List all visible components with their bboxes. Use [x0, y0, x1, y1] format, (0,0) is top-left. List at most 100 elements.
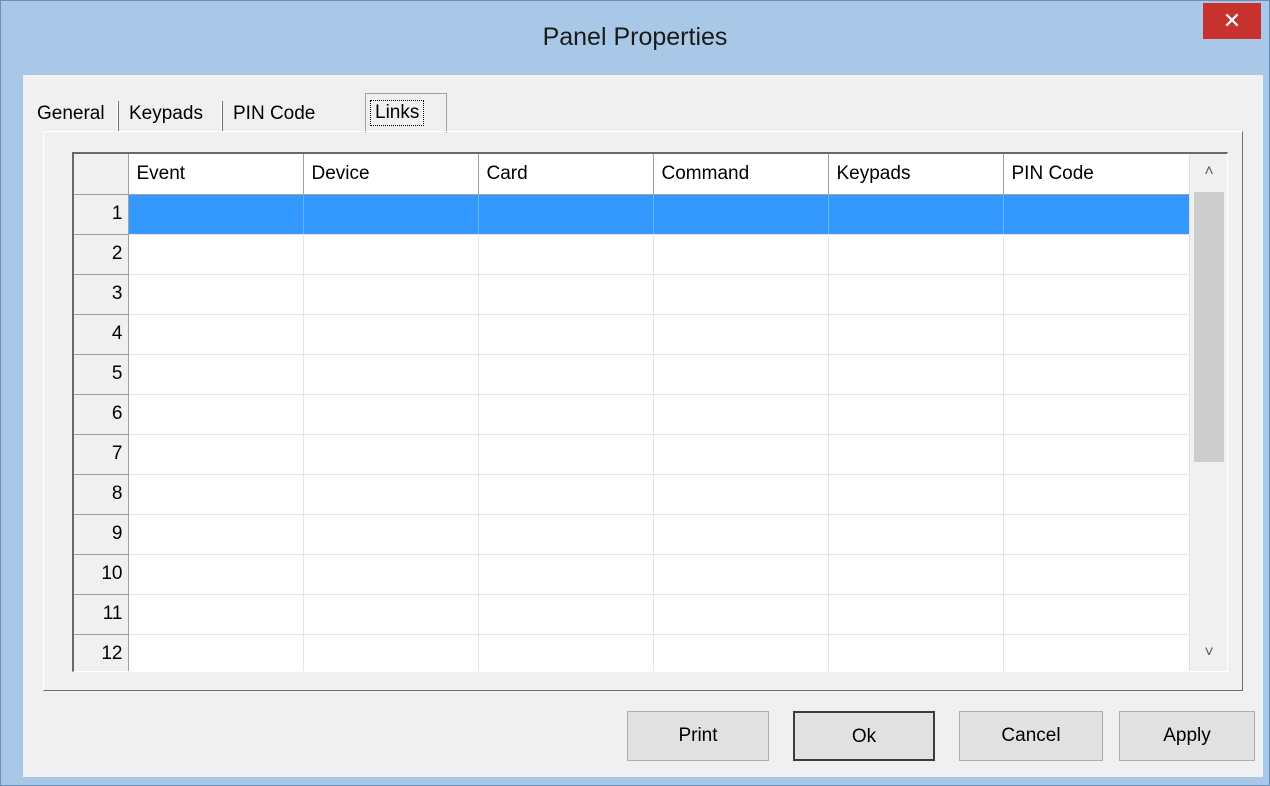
table-row[interactable]: 4	[74, 314, 1191, 355]
tab-general[interactable]: General	[31, 95, 111, 133]
cell-card[interactable]	[478, 434, 654, 475]
cell-device[interactable]	[303, 554, 479, 595]
cell-keypads[interactable]	[828, 274, 1004, 315]
cell-device[interactable]	[303, 474, 479, 515]
vertical-scrollbar[interactable]: ˄ ˅	[1189, 154, 1227, 671]
cell-event[interactable]	[128, 314, 304, 355]
cell-event[interactable]	[128, 194, 304, 235]
row-header[interactable]: 9	[74, 514, 129, 555]
table-row[interactable]: 9	[74, 514, 1191, 555]
cell-keypads[interactable]	[828, 394, 1004, 435]
row-header[interactable]: 1	[74, 194, 129, 235]
close-button[interactable]: ✕	[1203, 3, 1261, 39]
cell-keypads[interactable]	[828, 514, 1004, 555]
row-header[interactable]: 6	[74, 394, 129, 435]
cell-card[interactable]	[478, 514, 654, 555]
row-header[interactable]: 5	[74, 354, 129, 395]
column-header-event[interactable]: Event	[128, 154, 304, 195]
cell-event[interactable]	[128, 434, 304, 475]
table-row[interactable]: 1	[74, 194, 1191, 235]
row-header[interactable]: 3	[74, 274, 129, 315]
cell-keypads[interactable]	[828, 634, 1004, 671]
cell-card[interactable]	[478, 354, 654, 395]
column-header-keypads[interactable]: Keypads	[828, 154, 1004, 195]
cell-event[interactable]	[128, 234, 304, 275]
cell-pin-code[interactable]	[1003, 194, 1191, 235]
ok-button[interactable]: Ok	[793, 711, 935, 761]
column-header-command[interactable]: Command	[653, 154, 829, 195]
cell-device[interactable]	[303, 434, 479, 475]
cell-keypads[interactable]	[828, 314, 1004, 355]
cell-device[interactable]	[303, 594, 479, 635]
cell-device[interactable]	[303, 354, 479, 395]
cell-card[interactable]	[478, 634, 654, 671]
cell-card[interactable]	[478, 554, 654, 595]
cell-keypads[interactable]	[828, 194, 1004, 235]
cell-device[interactable]	[303, 514, 479, 555]
row-header[interactable]: 4	[74, 314, 129, 355]
cell-command[interactable]	[653, 234, 829, 275]
cell-event[interactable]	[128, 394, 304, 435]
cell-command[interactable]	[653, 514, 829, 555]
up-arrow-icon[interactable]: ˄	[1190, 154, 1227, 190]
tab-keypads[interactable]: Keypads	[123, 95, 209, 133]
cell-card[interactable]	[478, 314, 654, 355]
tab-pin-code[interactable]: PIN Code	[227, 95, 321, 133]
tab-links[interactable]: Links	[365, 93, 447, 133]
cell-command[interactable]	[653, 314, 829, 355]
scrollbar-thumb[interactable]	[1194, 192, 1224, 462]
cell-device[interactable]	[303, 274, 479, 315]
cell-event[interactable]	[128, 554, 304, 595]
cell-pin-code[interactable]	[1003, 434, 1191, 475]
cell-device[interactable]	[303, 194, 479, 235]
cell-device[interactable]	[303, 394, 479, 435]
cell-device[interactable]	[303, 634, 479, 671]
cell-keypads[interactable]	[828, 474, 1004, 515]
cell-keypads[interactable]	[828, 234, 1004, 275]
table-row[interactable]: 12	[74, 634, 1191, 671]
table-row[interactable]: 2	[74, 234, 1191, 275]
cell-command[interactable]	[653, 274, 829, 315]
table-row[interactable]: 5	[74, 354, 1191, 395]
cell-device[interactable]	[303, 234, 479, 275]
cell-card[interactable]	[478, 274, 654, 315]
cell-event[interactable]	[128, 274, 304, 315]
title-bar[interactable]: Panel Properties ✕	[1, 1, 1269, 75]
cell-command[interactable]	[653, 554, 829, 595]
cell-event[interactable]	[128, 514, 304, 555]
cell-event[interactable]	[128, 634, 304, 671]
table-row[interactable]: 6	[74, 394, 1191, 435]
cell-pin-code[interactable]	[1003, 594, 1191, 635]
cell-pin-code[interactable]	[1003, 274, 1191, 315]
cell-keypads[interactable]	[828, 594, 1004, 635]
cell-command[interactable]	[653, 354, 829, 395]
cell-pin-code[interactable]	[1003, 474, 1191, 515]
row-header[interactable]: 7	[74, 434, 129, 475]
cell-pin-code[interactable]	[1003, 634, 1191, 671]
cell-command[interactable]	[653, 434, 829, 475]
column-header-device[interactable]: Device	[303, 154, 479, 195]
cell-event[interactable]	[128, 474, 304, 515]
apply-button[interactable]: Apply	[1119, 711, 1255, 761]
cell-event[interactable]	[128, 594, 304, 635]
table-row[interactable]: 11	[74, 594, 1191, 635]
row-header[interactable]: 8	[74, 474, 129, 515]
cell-pin-code[interactable]	[1003, 234, 1191, 275]
cell-pin-code[interactable]	[1003, 314, 1191, 355]
cell-event[interactable]	[128, 354, 304, 395]
cell-device[interactable]	[303, 314, 479, 355]
table-row[interactable]: 10	[74, 554, 1191, 595]
print-button[interactable]: Print	[627, 711, 769, 761]
cell-keypads[interactable]	[828, 434, 1004, 475]
cell-card[interactable]	[478, 234, 654, 275]
cell-card[interactable]	[478, 594, 654, 635]
cell-card[interactable]	[478, 394, 654, 435]
cell-command[interactable]	[653, 194, 829, 235]
cell-command[interactable]	[653, 594, 829, 635]
cell-keypads[interactable]	[828, 554, 1004, 595]
table-row[interactable]: 7	[74, 434, 1191, 475]
cell-pin-code[interactable]	[1003, 514, 1191, 555]
row-header[interactable]: 11	[74, 594, 129, 635]
cell-keypads[interactable]	[828, 354, 1004, 395]
row-header[interactable]: 10	[74, 554, 129, 595]
